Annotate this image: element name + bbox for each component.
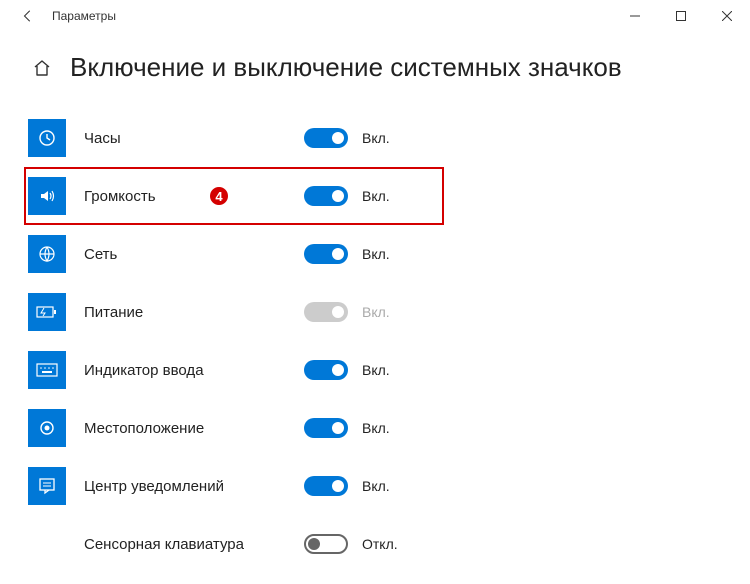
row-label: Часы bbox=[84, 130, 304, 147]
row-clock: Часы Вкл. bbox=[28, 109, 722, 167]
row-label: Центр уведомлений bbox=[84, 478, 304, 495]
back-button[interactable] bbox=[8, 0, 48, 32]
row-label: Индикатор ввода bbox=[84, 362, 304, 379]
toggle-touch-keyboard[interactable] bbox=[304, 534, 348, 554]
row-label: Сенсорная клавиатура bbox=[84, 536, 304, 553]
row-input-indicator: Индикатор ввода Вкл. bbox=[28, 341, 722, 399]
toggle-state: Вкл. bbox=[362, 188, 390, 204]
toggle-state: Вкл. bbox=[362, 246, 390, 262]
toggle-state: Откл. bbox=[362, 536, 398, 552]
minimize-button[interactable] bbox=[612, 0, 658, 32]
toggle-state: Вкл. bbox=[362, 304, 390, 320]
action-center-icon bbox=[28, 467, 66, 505]
titlebar: Параметры bbox=[0, 0, 750, 32]
keyboard-icon bbox=[28, 351, 66, 389]
row-label: Сеть bbox=[84, 246, 304, 263]
home-button[interactable] bbox=[28, 54, 56, 82]
window-controls bbox=[612, 0, 750, 32]
page-header: Включение и выключение системных значков bbox=[0, 32, 750, 103]
clock-icon bbox=[28, 119, 66, 157]
settings-list: Часы Вкл. Громкость 4 Вкл. Сеть Вкл. Пит… bbox=[0, 103, 750, 573]
row-location: Местоположение Вкл. bbox=[28, 399, 722, 457]
row-label: Местоположение bbox=[84, 420, 304, 437]
row-label: Громкость bbox=[84, 188, 304, 205]
toggle-action-center[interactable] bbox=[304, 476, 348, 496]
toggle-volume[interactable] bbox=[304, 186, 348, 206]
toggle-state: Вкл. bbox=[362, 362, 390, 378]
touch-keyboard-icon bbox=[28, 525, 66, 563]
row-network: Сеть Вкл. bbox=[28, 225, 722, 283]
toggle-clock[interactable] bbox=[304, 128, 348, 148]
toggle-location[interactable] bbox=[304, 418, 348, 438]
toggle-state: Вкл. bbox=[362, 478, 390, 494]
toggle-state: Вкл. bbox=[362, 420, 390, 436]
volume-icon bbox=[28, 177, 66, 215]
toggle-state: Вкл. bbox=[362, 130, 390, 146]
toggle-power bbox=[304, 302, 348, 322]
toggle-input-indicator[interactable] bbox=[304, 360, 348, 380]
location-icon bbox=[28, 409, 66, 447]
annotation-callout: 4 bbox=[208, 185, 230, 207]
battery-icon bbox=[28, 293, 66, 331]
row-label: Питание bbox=[84, 304, 304, 321]
window-title: Параметры bbox=[52, 9, 116, 23]
page-title: Включение и выключение системных значков bbox=[70, 52, 622, 83]
row-volume: Громкость 4 Вкл. bbox=[28, 167, 722, 225]
row-action-center: Центр уведомлений Вкл. bbox=[28, 457, 722, 515]
maximize-button[interactable] bbox=[658, 0, 704, 32]
globe-icon bbox=[28, 235, 66, 273]
row-power: Питание Вкл. bbox=[28, 283, 722, 341]
row-touch-keyboard: Сенсорная клавиатура Откл. bbox=[28, 515, 722, 573]
close-button[interactable] bbox=[704, 0, 750, 32]
toggle-network[interactable] bbox=[304, 244, 348, 264]
